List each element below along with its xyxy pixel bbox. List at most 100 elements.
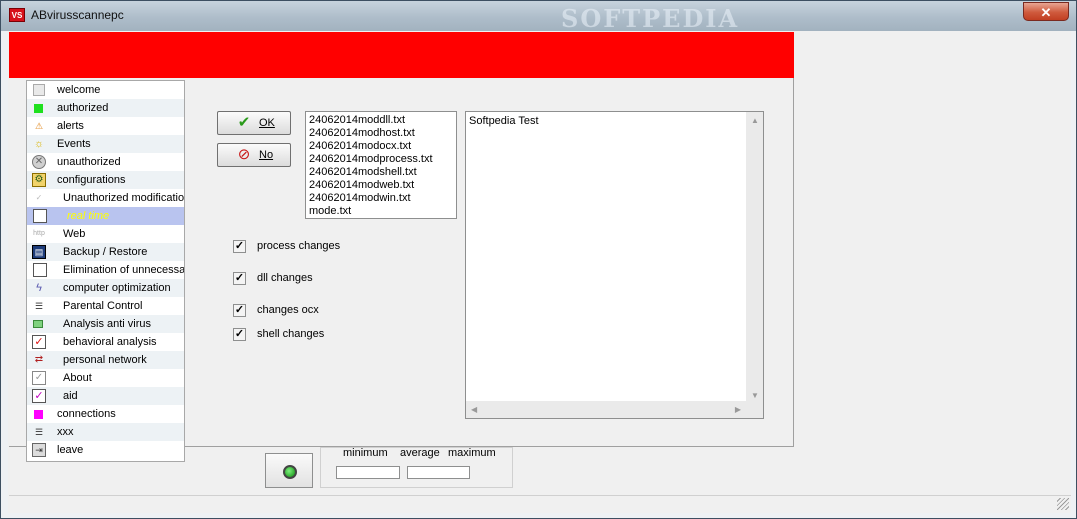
checkbox-label: shell changes (257, 328, 325, 340)
file-list[interactable]: 24062014moddll.txt 24062014modhost.txt 2… (305, 111, 457, 219)
sidebar-item-connections[interactable]: connections (27, 405, 184, 423)
log-text-area[interactable]: Softpedia Test ▲ ▼ ◀ ▶ (465, 111, 764, 419)
sidebar-item-label: Web (63, 228, 86, 240)
sidebar-item-about[interactable]: ✓ About (27, 369, 184, 387)
file-list-item[interactable]: 24062014modshell.txt (309, 166, 456, 179)
sidebar-item-label: Backup / Restore (63, 246, 148, 258)
sidebar-item-label: unauthorized (57, 156, 121, 168)
file-list-item[interactable]: 24062014modhost.txt (309, 127, 456, 140)
file-list-item[interactable]: 24062014moddll.txt (309, 114, 456, 127)
config-folder-icon: ⚙ (32, 173, 46, 187)
log-text: Softpedia Test (469, 115, 539, 127)
file-list-item[interactable]: 24062014modocx.txt (309, 140, 456, 153)
sidebar-item-real-time[interactable]: real time (27, 207, 184, 225)
sidebar-item-label: Elimination of unnecessary files (63, 264, 185, 276)
app-window: VS ABvirusscannepc SOFTPEDIA ✕ welcome a… (0, 0, 1077, 519)
sidebar-item-label: configurations (57, 174, 126, 186)
sidebar-item-label: Parental Control (63, 300, 143, 312)
check-outline-icon: ✓ (32, 371, 46, 385)
green-light-icon (283, 465, 297, 479)
sidebar-item-personal-network[interactable]: ⇄ personal network (27, 351, 184, 369)
green-square-icon (34, 104, 43, 113)
vertical-scrollbar[interactable]: ▲ ▼ (746, 112, 763, 402)
file-list-item[interactable]: mode.txt (309, 205, 456, 218)
sidebar-item-computer-optimization[interactable]: ϟ computer optimization (27, 279, 184, 297)
title-bar[interactable]: VS ABvirusscannepc SOFTPEDIA ✕ (1, 1, 1076, 33)
sidebar-list[interactable]: welcome authorized ⚠ alerts ☼ Events ✕ u… (26, 80, 185, 462)
minimum-label: minimum (343, 447, 388, 459)
checkbox-box[interactable]: ✓ (233, 272, 246, 285)
scroll-up-icon[interactable]: ▲ (751, 116, 759, 125)
sidebar-item-unauthorized-modifications[interactable]: ✓ Unauthorized modifications (27, 189, 184, 207)
sidebar-item-label: real time (67, 210, 110, 222)
watermark: SOFTPEDIA (561, 4, 740, 33)
app-icon[interactable]: VS (9, 8, 25, 22)
scroll-left-icon[interactable]: ◀ (471, 405, 477, 414)
sidebar-item-label: computer optimization (63, 282, 171, 294)
file-list-item[interactable]: 24062014modprocess.txt (309, 153, 456, 166)
green-check-icon: ✔ (237, 114, 251, 131)
ok-button[interactable]: ✔ OK (217, 111, 291, 135)
no-button-label: No (259, 149, 274, 161)
sidebar-item-welcome[interactable]: welcome (27, 81, 184, 99)
web-icon: http (33, 230, 45, 237)
magenta-check-icon: ✓ (32, 389, 46, 403)
checkbox-box[interactable]: ✓ (233, 304, 246, 317)
prohibited-icon: ⊘ (237, 146, 251, 163)
document-icon (33, 84, 45, 96)
clock-icon (33, 209, 47, 223)
sidebar-item-label: behavioral analysis (63, 336, 157, 348)
sidebar-item-label: welcome (57, 84, 101, 96)
window-title: ABvirusscannepc (31, 8, 124, 22)
checkbox-box[interactable]: ✓ (233, 328, 246, 341)
scroll-corner (746, 401, 763, 418)
sidebar-item-label: About (63, 372, 92, 384)
lightbulb-icon: ☼ (33, 138, 45, 150)
sidebar-item-aid[interactable]: ✓ aid (27, 387, 184, 405)
check-small-icon: ✓ (35, 193, 43, 202)
sidebar-item-unauthorized[interactable]: ✕ unauthorized (27, 153, 184, 171)
magenta-square-icon (34, 410, 43, 419)
sidebar-item-label: xxx (57, 426, 74, 438)
list-icon: ☰ (34, 301, 44, 311)
sidebar-item-leave[interactable]: ⇥ leave (27, 441, 184, 459)
horizontal-scrollbar[interactable]: ◀ ▶ (466, 401, 746, 418)
floppy-icon: ▤ (32, 245, 46, 259)
sidebar-item-authorized[interactable]: authorized (27, 99, 184, 117)
green-box-icon (33, 320, 43, 328)
checkbox-label: process changes (257, 240, 341, 252)
no-button[interactable]: ⊘ No (217, 143, 291, 167)
sidebar-item-configurations[interactable]: ⚙ configurations (27, 171, 184, 189)
sidebar-item-label: leave (57, 444, 84, 456)
maximum-label: maximum (448, 447, 496, 459)
start-button[interactable] (265, 453, 313, 488)
checkbox-box[interactable]: ✓ (233, 240, 246, 253)
scroll-down-icon[interactable]: ▼ (751, 391, 759, 400)
sidebar-item-backup-restore[interactable]: ▤ Backup / Restore (27, 243, 184, 261)
maximum-field[interactable] (407, 466, 470, 479)
sidebar-item-elimination[interactable]: Elimination of unnecessary files (27, 261, 184, 279)
lightning-icon: ϟ (36, 282, 42, 294)
sidebar-item-events[interactable]: ☼ Events (27, 135, 184, 153)
minimum-field[interactable] (336, 466, 400, 479)
ok-button-label: OK (259, 117, 275, 129)
sidebar-item-web[interactable]: http Web (27, 225, 184, 243)
red-check-icon: ✓ (32, 335, 46, 349)
trash-icon (33, 263, 47, 277)
resize-grip-icon[interactable] (1057, 498, 1069, 510)
list-icon: ☰ (34, 427, 44, 437)
sidebar-item-behavioral-analysis[interactable]: ✓ behavioral analysis (27, 333, 184, 351)
checkbox-label: changes ocx (257, 304, 319, 316)
scroll-right-icon[interactable]: ▶ (735, 405, 741, 414)
close-button[interactable]: ✕ (1023, 2, 1069, 21)
alert-icon: ⚠ (34, 121, 44, 131)
sidebar-item-analysis-anti-virus[interactable]: Analysis anti virus (27, 315, 184, 333)
sidebar-item-xxx[interactable]: ☰ xxx (27, 423, 184, 441)
file-list-item[interactable]: 24062014modweb.txt (309, 179, 456, 192)
sidebar-item-alerts[interactable]: ⚠ alerts (27, 117, 184, 135)
sidebar-item-label: authorized (57, 102, 109, 114)
exit-icon: ⇥ (32, 443, 46, 457)
red-banner (9, 32, 794, 78)
sidebar-item-parental-control[interactable]: ☰ Parental Control (27, 297, 184, 315)
file-list-item[interactable]: 24062014modwin.txt (309, 192, 456, 205)
